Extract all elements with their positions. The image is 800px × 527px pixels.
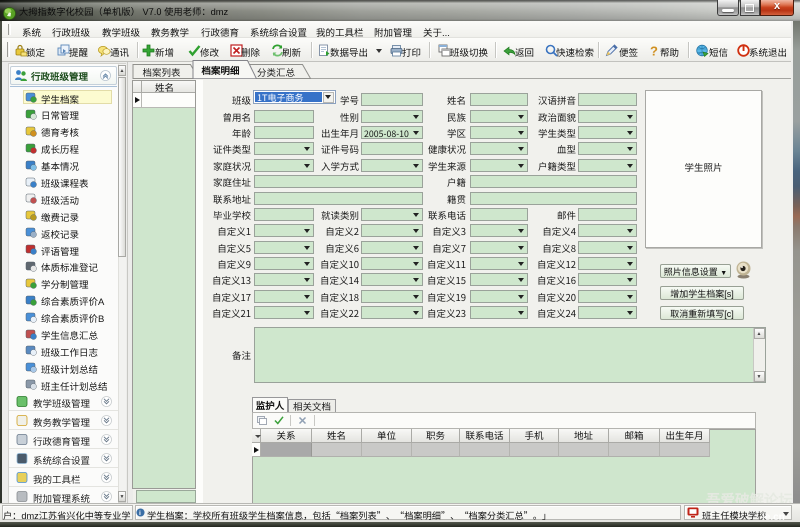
svg-text:i: i (139, 510, 141, 517)
svg-text:?: ? (650, 44, 658, 57)
